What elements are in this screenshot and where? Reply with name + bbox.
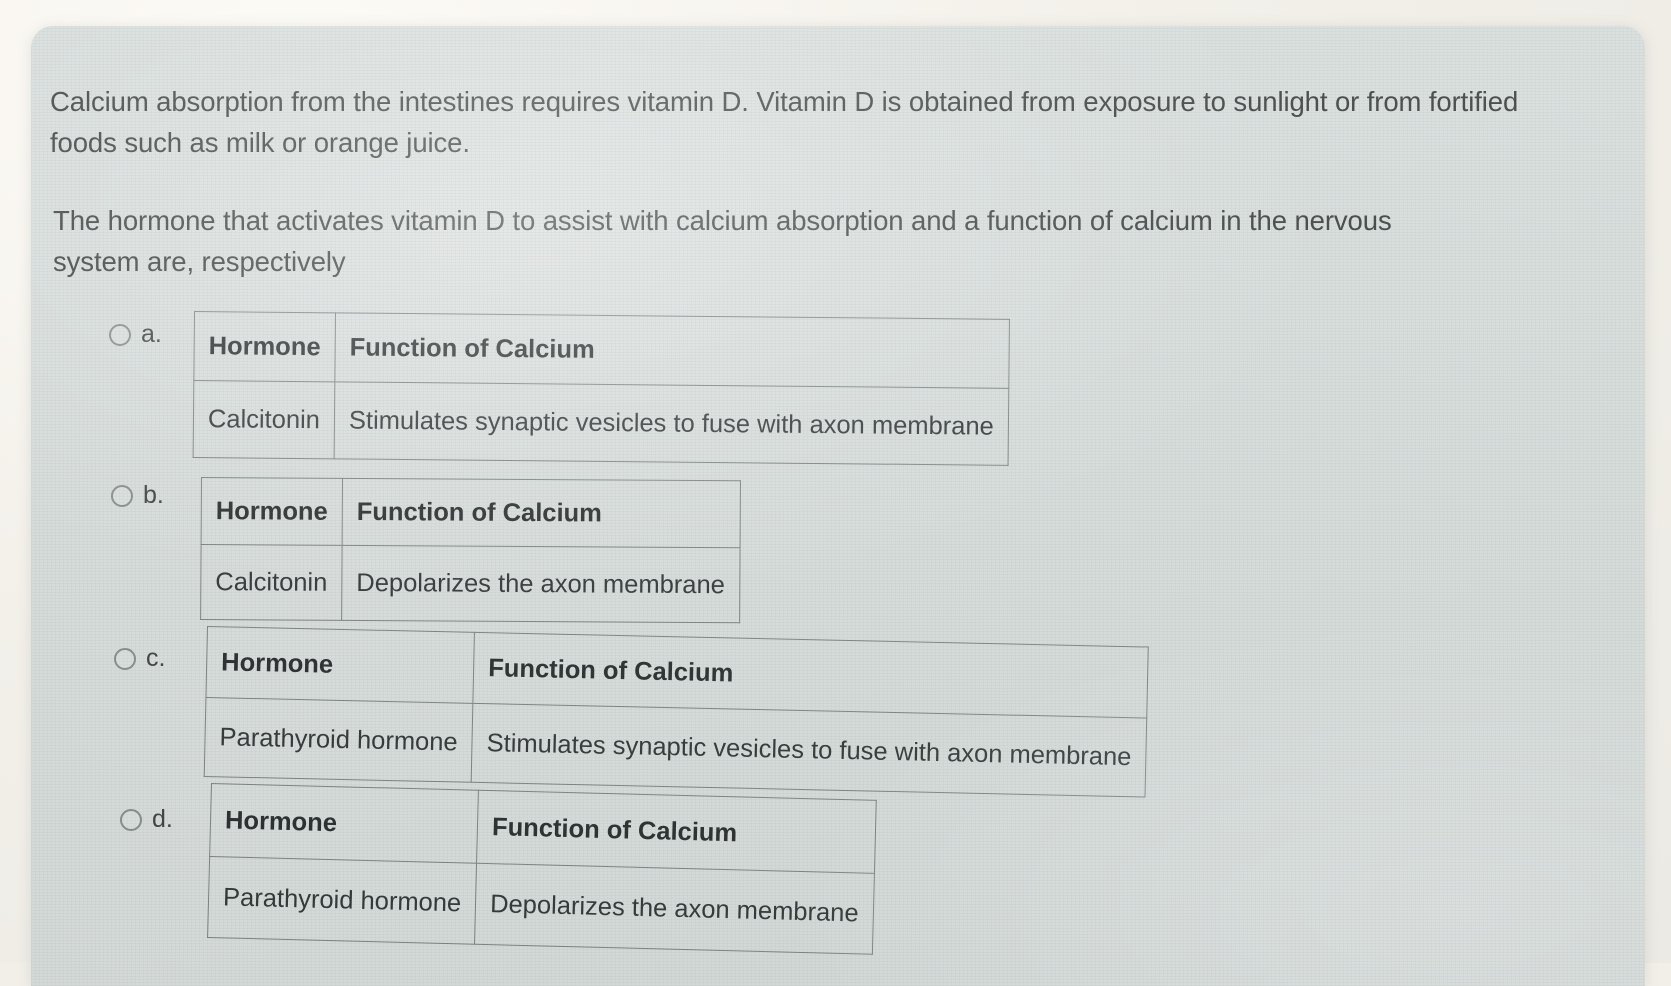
table-header-function: Function of Calcium bbox=[342, 478, 741, 548]
question-paragraph-2: The hormone that activates vitamin D to … bbox=[53, 204, 1392, 277]
question-card: Calcium absorption from the intestines r… bbox=[31, 26, 1645, 986]
table-cell-hormone: Parathyroid hormone bbox=[204, 697, 474, 783]
option-d-marker[interactable]: d. bbox=[120, 807, 173, 832]
option-c-marker[interactable]: c. bbox=[114, 646, 165, 671]
table-header-row: Hormone Function of Calcium bbox=[201, 477, 741, 548]
option-a-letter: a. bbox=[141, 320, 162, 348]
table-cell-hormone: Calcitonin bbox=[193, 380, 335, 459]
table-cell-hormone: Parathyroid hormone bbox=[207, 856, 477, 945]
table-cell-hormone: Calcitonin bbox=[200, 544, 343, 621]
table-row: Parathyroid hormone Depolarizes the axon… bbox=[207, 856, 875, 955]
option-c-letter: c. bbox=[146, 644, 166, 672]
option-a-table: Hormone Function of Calcium Calcitonin S… bbox=[193, 311, 1010, 466]
table-header-function: Function of Calcium bbox=[476, 790, 876, 874]
table-cell-function: Depolarizes the axon membrane bbox=[341, 545, 740, 623]
table-row: Calcitonin Depolarizes the axon membrane bbox=[200, 544, 740, 623]
table-cell-function: Stimulates synaptic vesicles to fuse wit… bbox=[471, 703, 1147, 798]
table-header-hormone: Hormone bbox=[201, 477, 343, 546]
table-cell-function: Depolarizes the axon membrane bbox=[474, 863, 875, 955]
option-a-marker[interactable]: a. bbox=[109, 322, 162, 347]
option-d-table: Hormone Function of Calcium Parathyroid … bbox=[207, 783, 876, 955]
option-d-letter: d. bbox=[152, 805, 173, 833]
radio-button-b-icon[interactable] bbox=[111, 484, 133, 507]
table-header-hormone: Hormone bbox=[193, 311, 336, 382]
table-header-hormone: Hormone bbox=[205, 626, 475, 704]
option-b-table: Hormone Function of Calcium Calcitonin D… bbox=[200, 477, 741, 623]
question-content: Calcium absorption from the intestines r… bbox=[31, 26, 1645, 986]
option-b-letter: b. bbox=[143, 481, 164, 509]
radio-button-c-icon[interactable] bbox=[114, 647, 136, 670]
table-row: Calcitonin Stimulates synaptic vesicles … bbox=[193, 380, 1009, 466]
table-cell-function: Stimulates synaptic vesicles to fuse wit… bbox=[334, 381, 1009, 466]
radio-button-d-icon[interactable] bbox=[120, 808, 142, 831]
table-header-hormone: Hormone bbox=[209, 783, 479, 864]
option-c-table: Hormone Function of Calcium Parathyroid … bbox=[204, 626, 1149, 798]
option-b-marker[interactable]: b. bbox=[111, 483, 164, 508]
radio-button-a-icon[interactable] bbox=[109, 323, 131, 346]
table-header-function: Function of Calcium bbox=[334, 312, 1010, 389]
question-paragraph-1: Calcium absorption from the intestines r… bbox=[50, 85, 1519, 158]
table-header-row: Hormone Function of Calcium bbox=[193, 311, 1010, 389]
